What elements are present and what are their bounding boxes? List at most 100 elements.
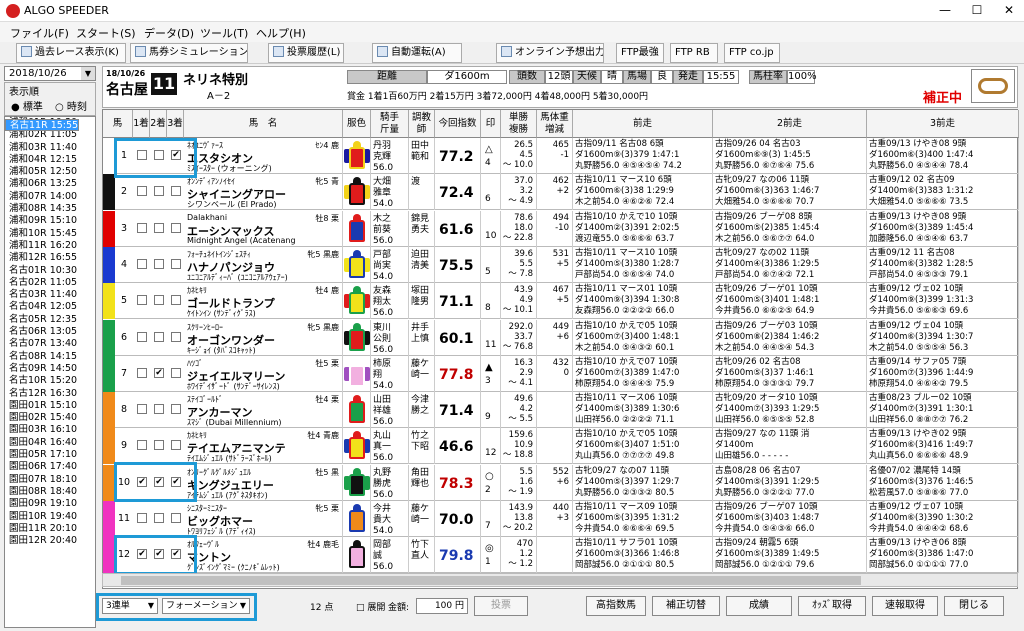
first-checkbox[interactable] [137, 295, 147, 306]
race-list-item[interactable]: 浦和10R 15:45 [5, 228, 95, 240]
race-list-item[interactable]: 浦和06R 13:25 [5, 178, 95, 190]
third-checkbox[interactable] [171, 295, 181, 306]
prev-race-3-cell[interactable]: 古重09/14 サファ05 7頭 ダ1600m⑦(3)396 1:44:9 柿原… [867, 355, 1019, 392]
race-list-item[interactable]: 名古05R 12:35 [5, 314, 95, 326]
mark-cell[interactable]: ◎ 1 [481, 537, 501, 574]
horse-name-cell[interactable]: ｵﾙﾌｪｰｳﾞﾙ 牡4 鹿毛 マントン ｸﾞﾝｽﾞｲﾝｸﾞﾏﾐｰ (ｸﾆﾉｷﾞﾑﾚｯﾄ… [184, 537, 343, 574]
spread-checkbox[interactable]: □ 展開 [356, 600, 385, 613]
race-list-item[interactable]: 名古01R 10:30 [5, 265, 95, 277]
first-checkbox[interactable] [137, 513, 147, 523]
prev-race-1-cell[interactable]: 古指10/11 マース10 10頭 ダ1400m⑤(3)380 1:28:7 戸… [573, 246, 713, 283]
prev-race-1-cell[interactable]: 古指10/10 かえで10 10頭 ダ1400m②(3)391 2:02:5 渡… [573, 210, 713, 247]
prev-race-3-cell[interactable]: 古重09/12 ヴェ07 10頭 ダ1400m⑥(3)390 1:30:2 今井… [867, 501, 1019, 537]
second-checkbox[interactable] [154, 295, 164, 306]
race-list-item[interactable]: 園田06R 17:40 [5, 461, 95, 473]
second-checkbox[interactable] [154, 440, 164, 451]
horse-name-cell[interactable]: ｶﾈﾋｷﾘ 牡4 鹿ゴールドトランプ ｹｲﾄﾝｲﾝ (ｻﾝﾃﾞｨｸﾞﾗｽ) [184, 283, 343, 320]
mark-cell[interactable]: 11 [481, 319, 501, 356]
third-checkbox[interactable] [171, 186, 181, 197]
race-list-item[interactable]: 浦和04R 12:15 [5, 154, 95, 166]
mark-cell[interactable]: 6 [481, 174, 501, 211]
prev-race-1-cell[interactable]: 古指10/10 かえで05 10頭 ダ1600m⑥(3)407 1:51:0 丸… [573, 428, 713, 465]
third-checkbox[interactable] [171, 367, 181, 378]
race-list-item[interactable]: 園田10R 19:40 [5, 511, 95, 523]
second-checkbox[interactable] [154, 186, 164, 197]
col-weight-header[interactable]: 馬体重 増減 [537, 110, 573, 138]
maximize-button[interactable]: ☐ [962, 0, 992, 20]
auto-run-button[interactable]: 自動運転(A) [372, 43, 462, 63]
close-window-button[interactable]: 閉じる [944, 596, 1004, 616]
table-row[interactable]: 7 ✔ ﾊﾂｺﾞ 牡5 栗ジェイエルマリーン ﾎﾜｲﾃﾞｲｻﾞｰﾄﾞ (ｻﾝﾃﾞｰｻｲﾚ… [103, 355, 1019, 392]
table-row[interactable]: 9 ｶﾈﾋｷﾘ 牡4 青鹿 テイエムアニマンテ ﾃｲｴﾑｼﾞｭｴﾙ (ｻﾄﾞﾗｰｽﾞﾎｰ… [103, 428, 1019, 465]
table-row[interactable]: 11 ｼﾆｽﾀｰﾐﾆｽﾀｰ 牝5 栗ビッグホマー ﾄﾜﾖﾘﾌｪｼﾞﾙ (ｱﾃﾞｨｲｽ)… [103, 501, 1019, 537]
col-waku-num-header[interactable]: 馬 [103, 110, 133, 138]
mark-cell[interactable]: 5 [481, 246, 501, 283]
horse-name-cell[interactable]: ｵﾝﾘｰｸﾞﾙｸﾞﾙﾒｼﾞｭｴﾙ 牡5 黒キングジュエリー ｱｲﾃﾑｼﾞｭｴﾙ (ｱ… [184, 464, 343, 501]
race-list-item[interactable]: 園田02R 15:40 [5, 412, 95, 424]
prev-race-3-cell[interactable]: 古重09/13 けやき08 9頭 ダ1600m⑤(3)389 1:45:4 加藤… [867, 210, 1019, 247]
prev-race-1-cell[interactable]: 古指10/11 マース10 6頭 ダ1600m⑥(3)38 1:29:9 木之前… [573, 174, 713, 211]
prev-race-3-cell[interactable]: 古重09/13 けやき08 9頭 ダ1600m⑥(3)400 1:47:4 丸野… [867, 138, 1019, 174]
menu-start[interactable]: スタート(S) [76, 25, 136, 41]
table-row[interactable]: 10 ✔ ✔ ✔ ｵﾝﾘｰｸﾞﾙｸﾞﾙﾒｼﾞｭｴﾙ 牡5 黒キングジュエリー ｱｲﾃﾑｼﾞｭ… [103, 464, 1019, 501]
race-list-item[interactable]: 名古07R 13:40 [5, 338, 95, 350]
minimize-button[interactable]: — [930, 0, 960, 20]
mark-cell[interactable]: ○ 2 [481, 464, 501, 501]
prev-race-1-cell[interactable]: 古指10/11 マース01 10頭 ダ1400m⑨(3)394 1:30:8 友… [573, 283, 713, 320]
results-button[interactable]: 成績 [726, 596, 792, 616]
mark-cell[interactable]: △ 4 [481, 138, 501, 174]
third-checkbox[interactable] [171, 440, 181, 451]
race-list-item[interactable]: 園田09R 19:10 [5, 498, 95, 510]
horse-name-cell[interactable]: ｶﾈﾋｷﾘ 牡4 青鹿 テイエムアニマンテ ﾃｲｴﾑｼﾞｭｴﾙ (ｻﾄﾞﾗｰｽﾞﾎｰﾙ… [184, 428, 343, 465]
prev-race-1-cell[interactable]: 古指10/10 かえで05 10頭 ダ1600m⑦(3)400 1:48:1 木… [573, 319, 713, 356]
table-row[interactable]: 1 ✔ ﾈｵﾕﾆｳﾞｧｰｽ ｾﾝ4 鹿エスタシオン ﾐｽｲｰｽﾀｰ (ウォーニング) 丹羽… [103, 138, 1019, 174]
first-checkbox[interactable] [137, 331, 147, 342]
race-list-item[interactable]: 浦和03R 11:40 [5, 142, 95, 154]
table-row[interactable]: 12 ✔ ✔ ✔ ｵﾙﾌｪｰｳﾞﾙ 牡4 鹿毛 マントン ｸﾞﾝｽﾞｲﾝｸﾞﾏﾐｰ (ｸﾆﾉｷ… [103, 537, 1019, 574]
first-checkbox[interactable] [137, 404, 147, 415]
prev-race-3-cell[interactable]: 古重09/12 11 名古08 ダ1400m⑥(3)382 1:28:5 戸部尚… [867, 246, 1019, 283]
col-silks-header[interactable]: 服色 [343, 110, 371, 138]
horse-name-cell[interactable]: ｵﾝﾝﾃﾞｨｱﾝﾉｲｾｲ 牝5 青シャイニングアロー シワンベール (El Prad… [184, 174, 343, 211]
horse-name-cell[interactable]: ｽｸﾘｰﾝﾋｰﾛｰ 牝5 黒鹿 オーゴンワンダー ｷｰｼﾞｮｲ (ﾀﾊﾞｽｺｷｬｯﾄ) [184, 319, 343, 356]
race-list-item[interactable]: 名古03R 11:40 [5, 289, 95, 301]
first-checkbox[interactable] [137, 258, 147, 269]
first-checkbox[interactable] [137, 186, 147, 197]
third-checkbox[interactable] [171, 404, 181, 415]
race-list-item[interactable]: 園田11R 20:10 [5, 523, 95, 535]
prev-race-1-cell[interactable]: 古牝09/27 なの07 11頭 ダ1400m⑤(3)397 1:29:7 丸野… [573, 464, 713, 501]
race-list-item[interactable]: 浦和11R 16:20 [5, 240, 95, 252]
high-index-button[interactable]: 高指数馬 [586, 596, 646, 616]
menu-tools[interactable]: ツール(T) [200, 25, 248, 41]
prev-race-3-cell[interactable]: 古重09/12 02 名古09 ダ1400m⑥(3)383 1:31:2 大畑雅… [867, 174, 1019, 211]
race-list-item[interactable]: 浦和05R 12:50 [5, 166, 95, 178]
race-list-item[interactable]: 園田04R 16:40 [5, 437, 95, 449]
menu-help[interactable]: ヘルプ(H) [256, 25, 306, 41]
race-list-item[interactable]: 園田08R 18:40 [5, 486, 95, 498]
race-list-item[interactable]: 名古09R 14:50 [5, 363, 95, 375]
race-list-item[interactable]: 園田07R 18:10 [5, 474, 95, 486]
race-list-item[interactable]: 園田01R 15:10 [5, 400, 95, 412]
race-list-item[interactable]: 名古04R 12:05 [5, 301, 95, 313]
bet-simulation-button[interactable]: 馬券シミュレーション(B) [130, 43, 248, 63]
first-checkbox[interactable] [137, 440, 147, 451]
online-output-button[interactable]: オンライン予想出力 [496, 43, 604, 63]
third-checkbox[interactable] [171, 331, 181, 342]
second-checkbox[interactable] [154, 258, 164, 269]
horse-name-cell[interactable]: ﾌｫｰﾁｭﾈｲﾄｲﾝｼﾞｪｽﾁｨ 牝5 黒鹿 ハナノパンジョウ ﾕﾆｺﾆｱﾙﾃﾞｨｰﾊ… [184, 246, 343, 283]
ftp-cojp-button[interactable]: FTP co.jp [724, 43, 780, 63]
ftp-rb-button[interactable]: FTP RB [670, 43, 718, 63]
race-list-item[interactable]: 名古11R 15:55 [5, 119, 80, 132]
table-row[interactable]: 8 ｽﾃｲｺﾞｰﾙﾄﾞ 牡4 栗アンカーマン ｽﾏｼﾞ (Dubai Millenni… [103, 392, 1019, 429]
past-race-button[interactable]: 過去レース表示(K) [16, 43, 126, 63]
prev-race-2-cell[interactable]: 古指09/27 なの 11頭 消 ダ1400m 山田雄56.0 - - - - … [713, 428, 867, 465]
col-jockey-header[interactable]: 騎手 斤量 [371, 110, 409, 138]
race-list-item[interactable]: 名古10R 15:20 [5, 375, 95, 387]
horse-name-cell[interactable]: ﾈｵﾕﾆｳﾞｧｰｽ ｾﾝ4 鹿エスタシオン ﾐｽｲｰｽﾀｰ (ウォーニング) [184, 138, 343, 174]
mark-cell[interactable]: 7 [481, 501, 501, 537]
order-standard-radio[interactable]: ● 標準 [11, 98, 43, 113]
table-row[interactable]: 4 ﾌｫｰﾁｭﾈｲﾄｲﾝｼﾞｪｽﾁｨ 牝5 黒鹿 ハナノパンジョウ ﾕﾆｺﾆｱﾙﾃﾞｨｰ… [103, 246, 1019, 283]
menu-data[interactable]: データ(D) [144, 25, 194, 41]
second-checkbox[interactable]: ✔ [154, 367, 164, 378]
horse-name-cell[interactable]: Dalakhani 牡8 栗エーシンマックス Midnight Angel (Aca… [184, 210, 343, 247]
